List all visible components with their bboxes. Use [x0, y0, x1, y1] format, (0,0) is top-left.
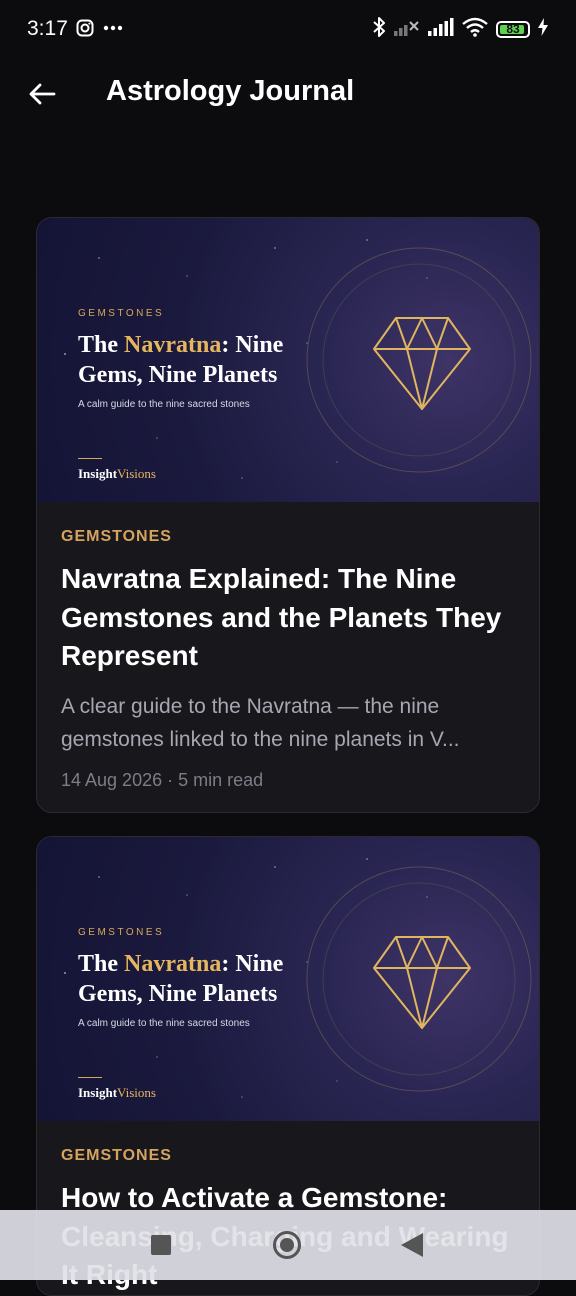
nav-back-button[interactable] [396, 1229, 428, 1261]
article-meta: 14 Aug 2026 · 5 min read [61, 769, 264, 790]
brand-divider [78, 1077, 102, 1078]
status-time: 3:17 [27, 17, 68, 40]
back-triangle-icon [401, 1233, 423, 1257]
article-title: Navratna Explained: The Nine Gemstones a… [61, 563, 502, 671]
article-excerpt: A clear guide to the Navratna — the nine… [61, 694, 460, 751]
cover-tag: GEMSTONES [78, 308, 165, 319]
back-button[interactable] [22, 74, 62, 114]
article-category: GEMSTONES [61, 1147, 172, 1164]
signal-no-service-icon [394, 18, 420, 41]
bluetooth-icon [372, 16, 386, 43]
signal-icon [428, 18, 454, 41]
more-dots-icon [103, 14, 123, 37]
brand-logo: InsightVisions [78, 466, 156, 481]
article-cover-image: GEMSTONES The Navratna: Nine Gems, Nine … [37, 837, 539, 1121]
wifi-icon [462, 17, 488, 42]
article-category: GEMSTONES [61, 528, 172, 545]
status-bar: 3:17 83 [0, 0, 576, 58]
battery-icon: 83 [496, 21, 530, 38]
instagram-icon [76, 19, 94, 42]
app-bar: Astrology Journal [0, 58, 576, 128]
home-circle-icon [273, 1231, 301, 1259]
battery-level: 83 [506, 22, 520, 36]
system-nav-bar [0, 1210, 576, 1280]
brand-divider [78, 458, 102, 459]
cover-tag: GEMSTONES [78, 927, 165, 938]
brand-logo: InsightVisions [78, 1085, 156, 1100]
home-button[interactable] [271, 1229, 303, 1261]
page-title: Astrology Journal [106, 75, 355, 107]
charging-icon [538, 18, 548, 41]
article-cover-image: GEMSTONES The Navratna: Nine Gems, Nine … [37, 218, 539, 502]
recents-square-icon [151, 1235, 171, 1255]
cover-title: The Navratna: Nine Gems, Nine Planets [78, 332, 284, 388]
cover-subtitle: A calm guide to the nine sacred stones [78, 1018, 250, 1029]
article-card[interactable]: GEMSTONES The Navratna: Nine Gems, Nine … [36, 217, 540, 813]
cover-title: The Navratna: Nine Gems, Nine Planets [78, 951, 284, 1007]
recents-button[interactable] [145, 1229, 177, 1261]
arrow-left-icon [29, 83, 56, 105]
cover-subtitle: A calm guide to the nine sacred stones [78, 399, 250, 410]
